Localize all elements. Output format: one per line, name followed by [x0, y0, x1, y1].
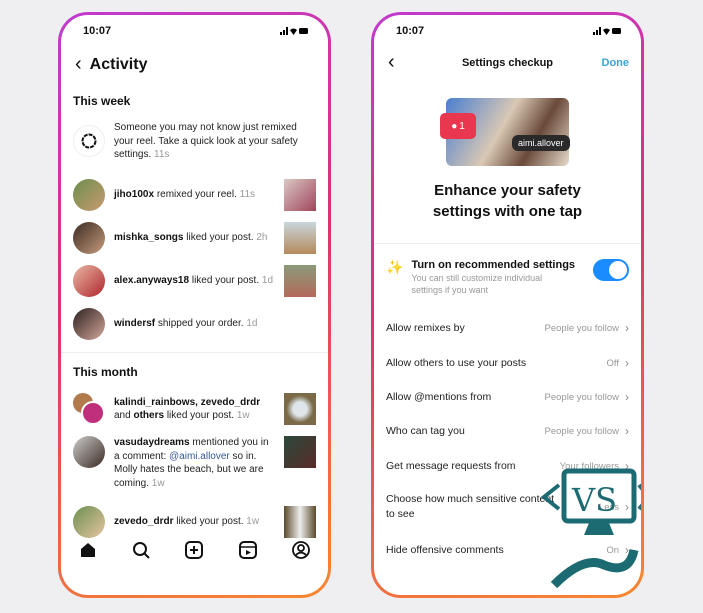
- item-time: 1w: [151, 477, 165, 489]
- username[interactable]: mishka_songs: [114, 232, 183, 243]
- setting-row[interactable]: Allow others to use your posts Off ›: [386, 356, 629, 370]
- comment-badge: ● 1: [440, 113, 476, 139]
- item-text: liked your post.: [186, 232, 254, 244]
- setting-value: People you follow: [544, 322, 619, 334]
- item-text: Someone you may not know just remixed yo…: [114, 122, 298, 160]
- signal-wifi-battery-icon: [593, 27, 621, 35]
- safety-settings-icon: [73, 125, 105, 158]
- toggle-subtitle: You can still customize individual setti…: [411, 273, 543, 295]
- setting-row[interactable]: Allow remixes by People you follow ›: [386, 321, 629, 335]
- toggle-title: Turn on recommended settings: [411, 259, 576, 271]
- divider: [61, 352, 328, 353]
- home-icon[interactable]: [79, 541, 97, 559]
- setting-label: Get message requests from: [386, 460, 516, 472]
- status-icons: [280, 27, 308, 35]
- status-time: 10:07: [83, 25, 112, 37]
- setting-label: Choose how much sensitive content to see: [386, 493, 555, 520]
- settings-phone: 10:07 ‹ Settings checkup Done ● 1 aimi.al…: [371, 12, 644, 598]
- profile-icon[interactable]: [292, 541, 311, 559]
- setting-value: People you follow: [544, 391, 619, 403]
- username[interactable]: zevedo_drdr: [114, 516, 173, 527]
- item-time: 11s: [154, 149, 170, 160]
- section-this-month: This month: [73, 365, 138, 379]
- username[interactable]: jiho100x: [114, 189, 154, 200]
- avatar: [73, 436, 105, 468]
- item-text: shipped your order.: [157, 318, 244, 330]
- post-thumbnail[interactable]: [284, 506, 316, 538]
- headline: Enhance your safety settings with one ta…: [432, 182, 583, 220]
- setting-row[interactable]: Allow @mentions from People you follow ›: [386, 390, 629, 404]
- setting-value: People you follow: [544, 425, 619, 437]
- item-time: 2h: [256, 232, 268, 244]
- chevron-right-icon: ›: [625, 321, 629, 335]
- chevron-right-icon: ›: [625, 424, 629, 438]
- status-time: 10:07: [396, 25, 425, 37]
- recommended-toggle[interactable]: [593, 259, 629, 281]
- signal-wifi-battery-icon: [280, 27, 308, 35]
- setting-label: Who can tag you: [386, 425, 465, 437]
- setting-label: Allow remixes by: [386, 322, 465, 334]
- list-item[interactable]: Someone you may not know just remixed yo…: [73, 121, 316, 162]
- mention-link[interactable]: @aimi.allover: [169, 451, 230, 462]
- setting-row[interactable]: Who can tag you People you follow ›: [386, 424, 629, 438]
- setting-label: Hide offensive comments: [386, 544, 504, 556]
- recommended-settings-row[interactable]: ✨ Turn on recommended settings You can s…: [386, 259, 629, 296]
- magic-wand-icon: ✨: [386, 259, 404, 275]
- avatar: [73, 179, 105, 211]
- avatar: [73, 222, 105, 254]
- list-item[interactable]: mishka_songs liked your post. 2h: [73, 222, 316, 254]
- setting-label: Allow @mentions from: [386, 391, 492, 403]
- chevron-right-icon: ›: [625, 390, 629, 404]
- list-item[interactable]: zevedo_drdr liked your post. 1w: [73, 506, 316, 538]
- list-item[interactable]: windersf shipped your order. 1d: [73, 308, 316, 340]
- search-icon[interactable]: [132, 541, 150, 559]
- list-item[interactable]: kalindi_rainbows, zevedo_drdr and others…: [73, 393, 316, 425]
- username[interactable]: vasudaydreams: [114, 437, 190, 448]
- post-thumbnail[interactable]: [284, 436, 316, 468]
- post-thumbnail[interactable]: [284, 222, 316, 254]
- username[interactable]: kalindi_rainbows, zevedo_drdr: [114, 397, 260, 408]
- item-time: 11s: [239, 189, 256, 201]
- chevron-right-icon: ›: [625, 356, 629, 370]
- section-this-week: This week: [73, 94, 131, 108]
- avatar: [73, 506, 105, 538]
- avatar: [73, 265, 105, 297]
- page-title: Activity: [89, 55, 148, 73]
- item-text: liked your post.: [176, 516, 244, 528]
- reels-icon[interactable]: [238, 541, 257, 559]
- badge-count: 1: [459, 120, 465, 132]
- avatar: [73, 308, 105, 340]
- list-item[interactable]: vasudaydreams mentioned you in a comment…: [73, 436, 316, 490]
- item-time: 1d: [246, 318, 258, 330]
- item-text: liked your post.: [166, 410, 235, 421]
- post-thumbnail[interactable]: [284, 393, 316, 425]
- username[interactable]: windersf: [114, 318, 155, 329]
- item-text: and: [114, 410, 131, 421]
- avatar-group: [73, 393, 105, 425]
- item-text: remixed your reel.: [156, 189, 237, 201]
- bottom-nav: [61, 541, 328, 559]
- watermark-logo: VS: [540, 468, 641, 589]
- others-link[interactable]: others: [133, 410, 164, 421]
- item-text: liked your post.: [191, 275, 260, 287]
- activity-phone: 10:07 ‹ Activity This week Someone you m…: [58, 12, 331, 598]
- comment-icon: ●: [451, 120, 458, 132]
- list-item[interactable]: jiho100x remixed your reel. 11s: [73, 179, 316, 211]
- list-item[interactable]: alex.anyways18 liked your post. 1d: [73, 265, 316, 297]
- username[interactable]: alex.anyways18: [114, 275, 189, 286]
- setting-value: Off: [606, 357, 620, 369]
- item-time: 1w: [246, 516, 260, 528]
- status-icons: [593, 27, 621, 35]
- post-thumbnail[interactable]: [284, 179, 316, 211]
- post-thumbnail[interactable]: [284, 265, 316, 297]
- divider: [374, 243, 641, 244]
- create-icon[interactable]: [185, 541, 204, 559]
- tag-label: aimi.allover: [512, 135, 570, 151]
- item-time: 1d: [261, 275, 274, 287]
- item-time: 1w: [236, 410, 250, 421]
- setting-label: Allow others to use your posts: [386, 357, 527, 369]
- back-icon[interactable]: ‹: [75, 53, 82, 76]
- done-button[interactable]: Done: [602, 57, 630, 69]
- svg-text:VS: VS: [571, 481, 617, 519]
